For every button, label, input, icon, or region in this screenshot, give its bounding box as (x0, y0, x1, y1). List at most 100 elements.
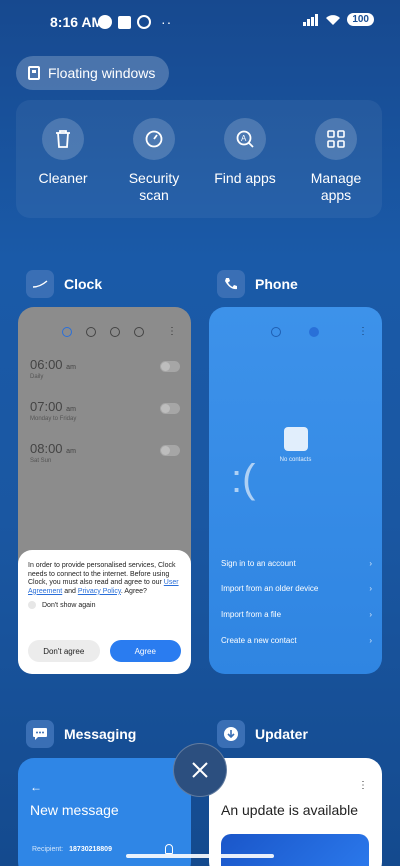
timer-tab-icon (134, 327, 144, 337)
tool-manage-apps[interactable]: Manage apps (291, 118, 381, 204)
app-name: Messaging (64, 726, 137, 742)
alarm-time: 07:00 (30, 399, 63, 414)
phone-option-import-device[interactable]: Import from an older device › (221, 584, 372, 593)
tool-cleaner[interactable]: Cleaner (18, 118, 108, 187)
phone-tabs (271, 327, 319, 337)
contact-person-icon (165, 844, 173, 854)
phone-option-import-file[interactable]: Import from a file › (221, 610, 372, 619)
tool-label: Manage apps (310, 170, 362, 203)
recent-app-card-messaging[interactable]: ← New message Recipient: 18730218809 (18, 758, 191, 866)
dialog-message: In order to provide personalised service… (28, 562, 181, 596)
update-banner-image (221, 834, 369, 866)
alarm-item: 06:00 am Daily (30, 357, 180, 380)
alarm-item: 08:00 am Sat Sun (30, 441, 180, 464)
wifi-icon (326, 14, 341, 25)
shield-check-icon (133, 118, 175, 160)
option-label: Import from a file (221, 610, 282, 619)
alarm-repeat: Sat Sun (30, 458, 52, 464)
quick-tools-panel: Cleaner Security scan A Find apps Manage… (16, 100, 382, 218)
alarm-toggle (160, 445, 180, 456)
app-name: Phone (255, 276, 298, 292)
data-saver-icon (98, 15, 112, 29)
status-bar: 8:16 AM ·· 100 (0, 0, 400, 44)
tool-security-scan[interactable]: Security scan (109, 118, 199, 204)
option-label: Create a new contact (221, 636, 297, 645)
close-icon (192, 762, 208, 778)
dialog-text: . Agree? (120, 587, 147, 595)
more-icon: ⋮ (167, 326, 177, 337)
status-time: 8:16 AM (50, 14, 104, 30)
dont-show-again-checkbox[interactable] (28, 601, 36, 610)
app-notification-icon (118, 15, 131, 29)
new-message-title: New message (30, 802, 119, 818)
recents-tab-icon (271, 327, 281, 337)
chevron-right-icon: › (369, 584, 372, 593)
floating-window-icon (28, 66, 40, 80)
svg-text:A: A (241, 134, 247, 143)
tool-label: Security scan (128, 170, 180, 203)
option-label: Sign in to an account (221, 559, 296, 568)
sad-face-icon: :( (231, 457, 256, 501)
floating-windows-label: Floating windows (48, 65, 156, 81)
search-app-icon: A (224, 118, 266, 160)
agree-button[interactable]: Agree (109, 640, 181, 662)
battery-indicator: 100 (347, 13, 374, 26)
clear-all-button[interactable] (173, 743, 227, 797)
phone-option-create-contact[interactable]: Create a new contact › (221, 636, 372, 645)
updater-app-icon (217, 720, 245, 748)
option-label: Import from an older device (221, 584, 319, 593)
more-icon: ⋮ (358, 326, 368, 337)
recipient-row: Recipient: 18730218809 (32, 846, 112, 853)
dialog-text: In order to provide personalised service… (28, 562, 176, 587)
vpn-icon (137, 15, 151, 29)
recipient-value: 18730218809 (69, 846, 112, 853)
more-icon: ⋮ (358, 780, 368, 791)
chevron-right-icon: › (369, 636, 372, 645)
alarm-suffix: am (66, 448, 76, 455)
dont-show-again-row[interactable]: Don't show again (28, 601, 181, 610)
alarm-suffix: am (66, 364, 76, 371)
app-header-messaging[interactable]: Messaging (26, 720, 136, 748)
alarm-repeat: Monday to Friday (30, 416, 77, 422)
contacts-tab-icon (309, 327, 319, 337)
alarm-toggle (160, 403, 180, 414)
chevron-right-icon: › (369, 610, 372, 619)
stopwatch-tab-icon (110, 327, 120, 337)
privacy-policy-link[interactable]: Privacy Policy (78, 588, 121, 595)
recent-app-card-phone[interactable]: ⋮ No contacts :( Sign in to an account › … (209, 307, 382, 674)
tool-label: Cleaner (38, 170, 88, 186)
system-icons: 100 (303, 13, 374, 26)
trash-icon (42, 118, 84, 160)
app-name: Updater (255, 726, 308, 742)
dont-agree-button[interactable]: Don't agree (28, 640, 100, 662)
tool-label: Find apps (214, 170, 276, 186)
notification-icons: ·· (98, 14, 172, 30)
home-indicator[interactable] (126, 854, 274, 858)
chevron-right-icon: › (369, 559, 372, 568)
clock-tabs (62, 327, 144, 337)
alarm-repeat: Daily (30, 374, 44, 380)
back-arrow-icon: ← (30, 780, 42, 794)
grid-icon (315, 118, 357, 160)
clock-app-icon (26, 270, 54, 298)
more-notifications-icon: ·· (161, 14, 173, 30)
alarm-time: 06:00 (30, 357, 63, 372)
app-header-updater[interactable]: Updater (217, 720, 308, 748)
messaging-app-icon (26, 720, 54, 748)
alarm-item: 07:00 am Monday to Friday (30, 399, 180, 422)
alarm-tab-icon (62, 327, 72, 337)
app-header-clock[interactable]: Clock (26, 270, 102, 298)
signal-icon (303, 13, 319, 26)
phone-option-sign-in[interactable]: Sign in to an account › (221, 559, 372, 568)
contacts-book-icon (284, 427, 308, 451)
dont-show-again-label: Don't show again (42, 601, 96, 609)
floating-windows-button[interactable]: Floating windows (16, 56, 170, 90)
tool-find-apps[interactable]: A Find apps (200, 118, 290, 187)
app-name: Clock (64, 276, 103, 292)
clock-permission-dialog: In order to provide personalised service… (18, 550, 191, 674)
world-clock-tab-icon (86, 327, 96, 337)
app-header-phone[interactable]: Phone (217, 270, 298, 298)
alarm-time: 08:00 (30, 441, 63, 456)
update-available-title: An update is available (221, 802, 358, 818)
recent-app-card-updater[interactable]: ⋮ An update is available (209, 758, 382, 866)
